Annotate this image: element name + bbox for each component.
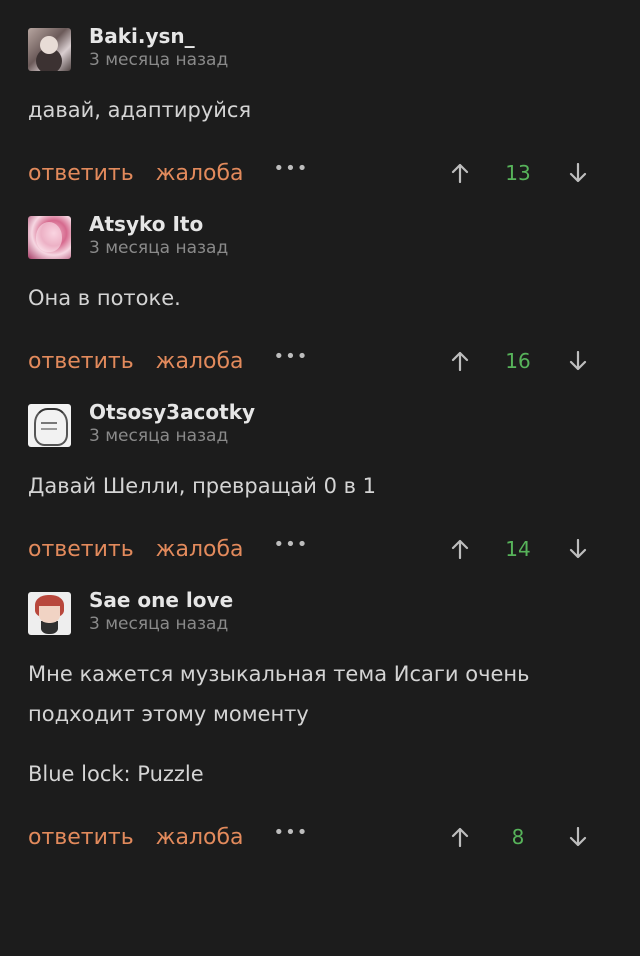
comment: Sae one love 3 месяца назад Мне кажется … bbox=[28, 564, 612, 852]
vote-score: 16 bbox=[505, 349, 531, 373]
arrow-down-icon[interactable] bbox=[563, 822, 593, 852]
report-button[interactable]: жалоба bbox=[156, 349, 244, 374]
comment-actions: ответить жалоба ••• 8 bbox=[28, 822, 612, 852]
report-button[interactable]: жалоба bbox=[156, 161, 244, 186]
arrow-up-icon[interactable] bbox=[445, 158, 475, 188]
more-options-icon[interactable]: ••• bbox=[274, 824, 309, 842]
comment-paragraph: Давай Шелли, превращай 0 в 1 bbox=[28, 474, 377, 498]
arrow-down-icon[interactable] bbox=[563, 534, 593, 564]
comment-header: Sae one love 3 месяца назад bbox=[28, 564, 612, 635]
author-name[interactable]: Sae one love bbox=[89, 588, 233, 612]
comment: Otsosy3acotky 3 месяца назад Давай Шелли… bbox=[28, 376, 612, 564]
comment-timestamp: 3 месяца назад bbox=[89, 426, 229, 446]
comment-timestamp: 3 месяца назад bbox=[89, 50, 229, 70]
reply-button[interactable]: ответить bbox=[28, 537, 134, 562]
comment-header: Baki.ysn_ 3 месяца назад bbox=[28, 0, 612, 71]
vote-score: 13 bbox=[505, 161, 531, 185]
comment: Atsyko Ito 3 месяца назад Она в потоке. … bbox=[28, 188, 612, 376]
arrow-up-icon[interactable] bbox=[445, 346, 475, 376]
report-button[interactable]: жалоба bbox=[156, 537, 244, 562]
avatar[interactable] bbox=[28, 216, 71, 259]
author-name[interactable]: Baki.ysn_ bbox=[89, 24, 228, 48]
comment-header: Atsyko Ito 3 месяца назад bbox=[28, 188, 612, 259]
more-options-icon[interactable]: ••• bbox=[274, 536, 309, 554]
arrow-down-icon[interactable] bbox=[563, 346, 593, 376]
comment-text: Она в потоке. bbox=[28, 278, 612, 318]
comment-timestamp: 3 месяца назад bbox=[89, 614, 229, 634]
avatar[interactable] bbox=[28, 28, 71, 71]
arrow-down-icon[interactable] bbox=[563, 158, 593, 188]
vote-score: 8 bbox=[511, 825, 525, 849]
comment-text: Мне кажется музыкальная тема Исаги очень… bbox=[28, 654, 612, 794]
comment-actions: ответить жалоба ••• 13 bbox=[28, 158, 612, 188]
comment: Baki.ysn_ 3 месяца назад давай, адаптиру… bbox=[28, 0, 612, 188]
comment-paragraph: Blue lock: Puzzle bbox=[28, 762, 204, 786]
report-button[interactable]: жалоба bbox=[156, 825, 244, 850]
comment-timestamp: 3 месяца назад bbox=[89, 238, 229, 258]
comment-meta: Otsosy3acotky 3 месяца назад bbox=[89, 400, 255, 447]
comments-list: Baki.ysn_ 3 месяца назад давай, адаптиру… bbox=[0, 0, 612, 852]
comment-paragraph: Она в потоке. bbox=[28, 286, 181, 310]
comment-text: давай, адаптируйся bbox=[28, 90, 612, 130]
arrow-up-icon[interactable] bbox=[445, 534, 475, 564]
comment-actions: ответить жалоба ••• 16 bbox=[28, 346, 612, 376]
comment-actions: ответить жалоба ••• 14 bbox=[28, 534, 612, 564]
avatar[interactable] bbox=[28, 404, 71, 447]
comment-paragraph: Мне кажется музыкальная тема Исаги очень… bbox=[28, 662, 530, 726]
comment-meta: Baki.ysn_ 3 месяца назад bbox=[89, 24, 229, 71]
more-options-icon[interactable]: ••• bbox=[274, 348, 309, 366]
comment-paragraph: давай, адаптируйся bbox=[28, 98, 252, 122]
reply-button[interactable]: ответить bbox=[28, 825, 134, 850]
comment-text: Давай Шелли, превращай 0 в 1 bbox=[28, 466, 612, 506]
author-name[interactable]: Atsyko Ito bbox=[89, 212, 228, 236]
author-name[interactable]: Otsosy3acotky bbox=[89, 400, 255, 424]
arrow-up-icon[interactable] bbox=[445, 822, 475, 852]
comment-header: Otsosy3acotky 3 месяца назад bbox=[28, 376, 612, 447]
more-options-icon[interactable]: ••• bbox=[274, 160, 309, 178]
comment-meta: Sae one love 3 месяца назад bbox=[89, 588, 233, 635]
vote-score: 14 bbox=[505, 537, 531, 561]
reply-button[interactable]: ответить bbox=[28, 349, 134, 374]
avatar[interactable] bbox=[28, 592, 71, 635]
comment-meta: Atsyko Ito 3 месяца назад bbox=[89, 212, 229, 259]
reply-button[interactable]: ответить bbox=[28, 161, 134, 186]
